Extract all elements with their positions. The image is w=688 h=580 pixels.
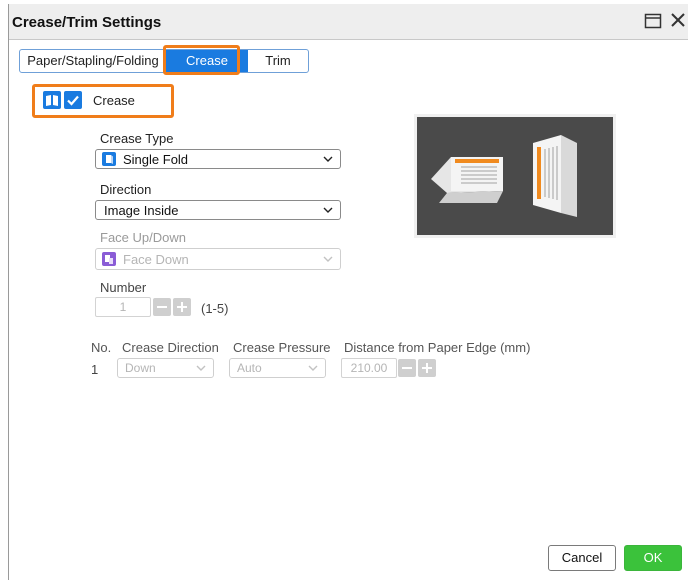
col-header-no: No. [91, 340, 112, 355]
fold-preview-image [414, 114, 616, 238]
row-1-distance-input[interactable]: 210.00 [341, 358, 397, 378]
minus-icon [402, 367, 412, 369]
tab-trim[interactable]: Trim [248, 50, 308, 72]
crease-type-label: Crease Type [100, 131, 174, 146]
number-range: (1-5) [201, 301, 229, 316]
col-header-distance: Distance from Paper Edge (mm) [344, 340, 531, 355]
crease-checkbox[interactable] [64, 91, 82, 109]
plus-icon [422, 363, 432, 373]
window-restore-icon[interactable] [644, 12, 662, 30]
chevron-down-icon [196, 365, 206, 371]
crease-type-select[interactable]: Single Fold [95, 149, 341, 169]
row-1-no: 1 [91, 362, 99, 377]
face-value: Face Down [123, 252, 189, 267]
chevron-down-icon [308, 365, 318, 371]
book-icon [43, 91, 61, 109]
col-header-crease-pressure: Crease Pressure [233, 340, 331, 355]
folded-paper-illustration [431, 135, 577, 217]
dialog-title: Crease/Trim Settings [12, 14, 162, 31]
number-decrement-button[interactable] [153, 298, 171, 316]
cancel-button[interactable]: Cancel [548, 545, 616, 571]
single-fold-icon [102, 152, 116, 166]
direction-label: Direction [100, 182, 152, 197]
chevron-down-icon [323, 207, 333, 213]
row-1-direction-value: Down [125, 361, 156, 375]
face-down-icon [102, 252, 116, 266]
plus-icon [177, 302, 187, 312]
number-label: Number [100, 280, 147, 295]
row-1-pressure-value: Auto [237, 361, 262, 375]
col-header-crease-direction: Crease Direction [122, 340, 219, 355]
close-icon[interactable] [668, 10, 688, 30]
row-1-direction-select[interactable]: Down [117, 358, 214, 378]
chevron-down-icon [323, 156, 333, 162]
number-increment-button[interactable] [173, 298, 191, 316]
checkmark-icon [67, 95, 79, 106]
distance-increment-button[interactable] [418, 359, 436, 377]
chevron-down-icon [323, 256, 333, 262]
face-label: Face Up/Down [100, 230, 186, 245]
tab-highlight-frame [163, 45, 240, 75]
number-input[interactable]: 1 [95, 297, 151, 317]
ok-button[interactable]: OK [624, 545, 682, 571]
crease-type-value: Single Fold [123, 152, 189, 167]
face-select[interactable]: Face Down [95, 248, 341, 270]
direction-value: Image Inside [104, 203, 179, 218]
crease-checkbox-label: Crease [93, 93, 135, 108]
minus-icon [157, 306, 167, 308]
row-1-pressure-select[interactable]: Auto [229, 358, 326, 378]
direction-select[interactable]: Image Inside [95, 200, 341, 220]
title-bar: Crease/Trim Settings [9, 4, 688, 40]
tab-paper-stapling-folding[interactable]: Paper/Stapling/Folding [20, 50, 166, 72]
distance-decrement-button[interactable] [398, 359, 416, 377]
